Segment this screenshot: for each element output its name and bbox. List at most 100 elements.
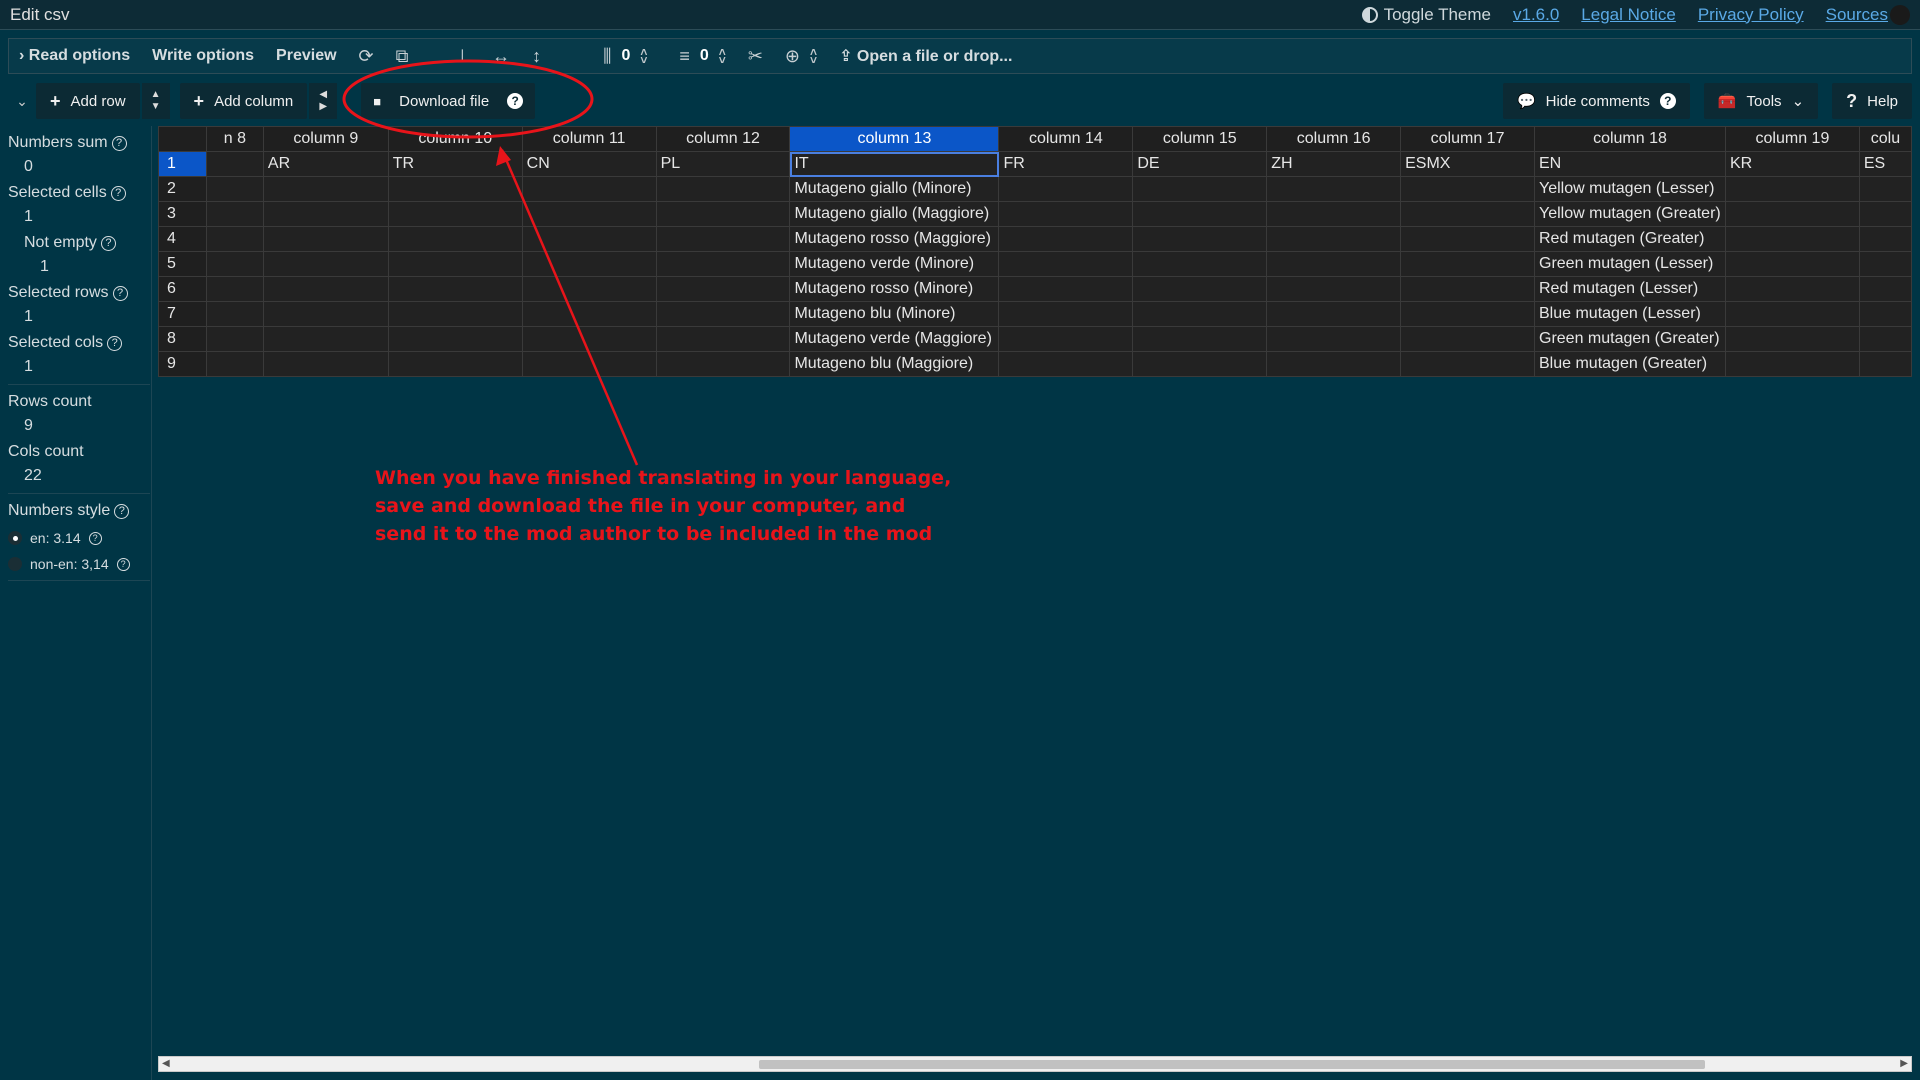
scroll-right-icon[interactable]: ▶ <box>1900 1058 1908 1069</box>
sources-link[interactable]: Sources <box>1826 5 1888 25</box>
legal-notice-link[interactable]: Legal Notice <box>1581 5 1676 25</box>
hide-comments-button[interactable]: 💬 Hide comments ? <box>1502 83 1690 119</box>
fixed-columns-value[interactable]: 0 <box>621 47 630 65</box>
help-circle-icon[interactable]: ? <box>107 335 123 351</box>
table-cell[interactable] <box>1266 251 1402 277</box>
table-cell[interactable] <box>998 301 1134 327</box>
add-column-button[interactable]: + Add column <box>179 83 308 119</box>
table-cell[interactable]: Yellow mutagen (Greater) <box>1534 201 1726 227</box>
column-header[interactable]: column 17 <box>1400 126 1535 152</box>
table-cell[interactable]: IT <box>789 151 1000 177</box>
scroll-left-icon[interactable]: ◀ <box>162 1058 170 1069</box>
table-cell[interactable] <box>521 251 657 277</box>
table-cell[interactable]: Mutageno verde (Minore) <box>789 251 1000 277</box>
copy-icon[interactable]: ⧉ <box>396 46 409 67</box>
table-cell[interactable] <box>655 251 791 277</box>
add-row-position-toggle[interactable]: ▲ ▼ <box>141 83 170 119</box>
row-header[interactable]: 6 <box>158 276 207 302</box>
row-header[interactable]: 9 <box>158 351 207 377</box>
table-cell[interactable] <box>1858 201 1912 227</box>
table-cell[interactable] <box>998 176 1134 202</box>
row-header[interactable]: 1 <box>158 151 207 177</box>
table-cell[interactable]: Mutageno blu (Minore) <box>789 301 1000 327</box>
table-cell[interactable] <box>655 276 791 302</box>
row-header[interactable]: 4 <box>158 226 207 252</box>
column-header[interactable]: column 14 <box>998 126 1134 152</box>
table-cell[interactable] <box>205 176 264 202</box>
table-cell[interactable] <box>1724 251 1860 277</box>
table-cell[interactable] <box>1266 301 1402 327</box>
table-cell[interactable] <box>521 276 657 302</box>
table-cell[interactable] <box>1266 351 1402 377</box>
table-cell[interactable]: ES <box>1858 151 1912 177</box>
table-cell[interactable] <box>387 176 523 202</box>
corner-cell[interactable] <box>158 126 207 152</box>
table-cell[interactable] <box>655 176 791 202</box>
table-cell[interactable] <box>655 301 791 327</box>
zoom-stepper[interactable]: ˄ ˅ <box>810 46 817 66</box>
help-circle-icon[interactable]: ? <box>111 135 127 151</box>
table-cell[interactable] <box>1400 301 1535 327</box>
table-cell[interactable] <box>387 301 523 327</box>
table-cell[interactable] <box>521 351 657 377</box>
table-cell[interactable] <box>1132 301 1268 327</box>
zoom-icon[interactable]: ⊕ <box>785 46 800 67</box>
table-cell[interactable] <box>262 251 389 277</box>
horizontal-scrollbar[interactable]: ◀ ▶ <box>158 1056 1912 1072</box>
row-header[interactable]: 7 <box>158 301 207 327</box>
table-cell[interactable] <box>1400 251 1535 277</box>
table-cell[interactable] <box>998 201 1134 227</box>
table-cell[interactable] <box>262 326 389 352</box>
help-circle-icon[interactable]: ? <box>100 235 116 251</box>
table-cell[interactable] <box>655 326 791 352</box>
table-cell[interactable] <box>1724 176 1860 202</box>
numbers-style-non-en-radio[interactable]: non-en: 3,14? <box>8 556 151 572</box>
table-cell[interactable] <box>1858 301 1912 327</box>
expand-vertical-icon[interactable]: ↕ <box>532 46 541 67</box>
row-header[interactable]: 8 <box>158 326 207 352</box>
column-header[interactable]: column 16 <box>1266 126 1402 152</box>
table-cell[interactable]: ESMX <box>1400 151 1535 177</box>
table-cell[interactable] <box>998 226 1134 252</box>
column-header[interactable]: column 15 <box>1132 126 1268 152</box>
fixed-rows-value[interactable]: 0 <box>700 47 709 65</box>
table-cell[interactable] <box>1858 326 1912 352</box>
table-cell[interactable] <box>998 276 1134 302</box>
table-cell[interactable]: Mutageno giallo (Maggiore) <box>789 201 1000 227</box>
table-cell[interactable] <box>521 301 657 327</box>
table-cell[interactable]: Blue mutagen (Lesser) <box>1534 301 1726 327</box>
scrollbar-thumb[interactable] <box>759 1060 1705 1069</box>
help-circle-icon[interactable]: ? <box>507 93 524 109</box>
read-options-button[interactable]: › Read options <box>19 47 130 65</box>
add-column-position-toggle[interactable]: ◀ ▶ <box>309 83 338 119</box>
add-row-button[interactable]: + Add row <box>36 83 140 119</box>
table-cell[interactable] <box>655 201 791 227</box>
help-circle-icon[interactable]: ? <box>112 285 128 301</box>
table-cell[interactable] <box>1132 276 1268 302</box>
table-cell[interactable]: KR <box>1724 151 1860 177</box>
refresh-icon[interactable]: ⟳ <box>359 46 374 67</box>
table-cell[interactable] <box>655 226 791 252</box>
table-cell[interactable] <box>1400 351 1535 377</box>
table-cell[interactable]: TR <box>387 151 523 177</box>
help-circle-icon[interactable]: ? <box>114 503 130 519</box>
table-cell[interactable] <box>1266 276 1402 302</box>
column-header[interactable]: column 10 <box>387 126 523 152</box>
table-cell[interactable] <box>387 251 523 277</box>
tools-menu-button[interactable]: 🧰 Tools ⌄ <box>1703 83 1819 119</box>
open-file-button[interactable]: ⇪ Open a file or drop... <box>839 46 1012 66</box>
table-cell[interactable] <box>1400 201 1535 227</box>
column-header[interactable]: column 13 <box>789 126 1000 152</box>
table-cell[interactable]: Mutageno rosso (Minore) <box>789 276 1000 302</box>
text-height-icon[interactable]: ⊥ <box>454 46 470 67</box>
table-cell[interactable]: Green mutagen (Greater) <box>1534 326 1726 352</box>
table-cell[interactable] <box>521 176 657 202</box>
table-cell[interactable] <box>655 351 791 377</box>
table-cell[interactable] <box>998 351 1134 377</box>
table-cell[interactable] <box>387 201 523 227</box>
help-circle-icon[interactable]: ? <box>88 531 102 545</box>
table-cell[interactable] <box>205 251 264 277</box>
fixed-columns-stepper[interactable]: ˄ ˅ <box>640 46 647 66</box>
row-header[interactable]: 5 <box>158 251 207 277</box>
table-cell[interactable] <box>521 201 657 227</box>
